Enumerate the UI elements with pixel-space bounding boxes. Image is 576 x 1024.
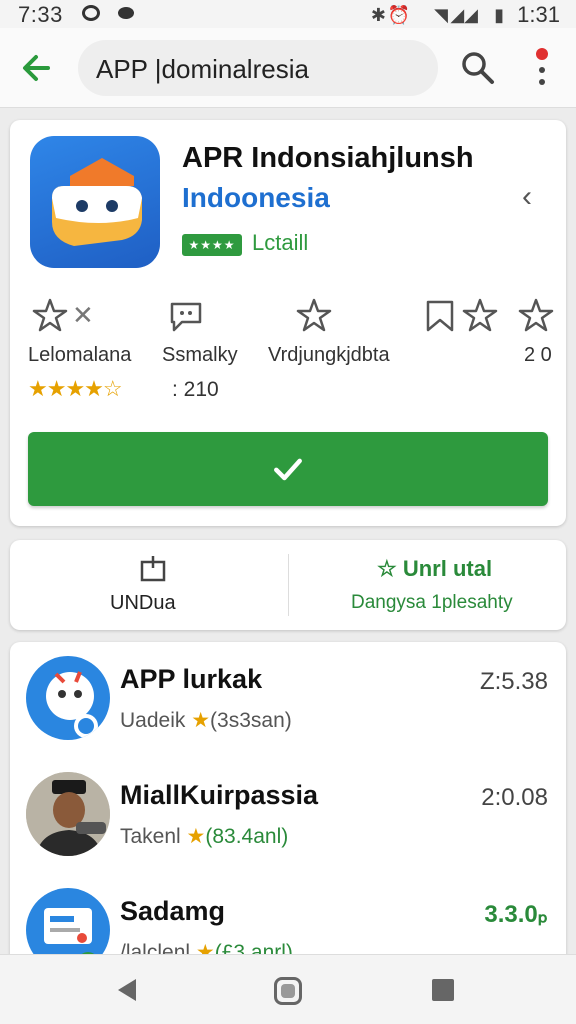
list-item[interactable]: Sadamg /lalclenl ★(£3.anrl) 3.3.0ₚ <box>10 874 566 962</box>
wishlist-sub: Dangysa 1plesahty <box>351 592 513 613</box>
meta-label: Vrdjungkjdbta <box>268 344 390 366</box>
related-apps-card: APP lurkak Uadeik ★(3s3san) Z:5.38 Miall… <box>10 642 566 962</box>
search-input[interactable]: APP |dominalresia <box>78 40 438 96</box>
app-developer[interactable]: Indoonesia <box>182 182 330 214</box>
more-options-icon[interactable] <box>530 46 554 92</box>
app-bar: APP |dominalresia <box>0 28 576 108</box>
star-outline-icon[interactable] <box>294 296 334 336</box>
wishlist-title: ☆ Unrl utal <box>377 556 492 582</box>
system-nav-bar <box>0 954 576 1024</box>
app-detail-card: APR Indonsiahjlunsh Indoonesia ‹ ★★★★ Lc… <box>10 120 566 526</box>
list-item-price: 3.3.0ₚ <box>484 901 548 928</box>
rating-count: : 210 <box>172 378 219 401</box>
list-item-sub: Uadeik ★(3s3san) <box>120 709 292 732</box>
search-icon[interactable] <box>458 48 498 88</box>
list-item-sub: Takenl ★(83.4anl) <box>120 825 289 848</box>
download-action[interactable]: UNDua <box>10 540 288 630</box>
notification-icon <box>82 5 100 21</box>
app-title: APR Indonsiahjlunsh <box>182 142 474 174</box>
app-avatar <box>26 772 110 856</box>
actions-card: UNDua ☆ Unrl utal Dangysa 1plesahty <box>10 540 566 630</box>
bookmark-icon[interactable] <box>420 296 460 336</box>
nav-home-icon[interactable] <box>274 977 302 1005</box>
battery-icon: ▮ <box>494 5 504 25</box>
list-item-title: MiallKuirpassia <box>120 780 319 810</box>
app-avatar <box>26 656 110 740</box>
install-button[interactable] <box>28 432 548 506</box>
signal-icon: ◢◢ <box>450 5 478 25</box>
star-outline-icon[interactable] <box>30 296 70 336</box>
badge-label: Lctaill <box>252 230 309 255</box>
back-arrow-icon[interactable] <box>18 50 54 86</box>
status-time-left: 7:33 <box>18 2 63 27</box>
download-label: UNDua <box>110 592 176 614</box>
search-query: APP |dominalresia <box>96 54 309 84</box>
list-item-price: Z:5.38 <box>479 668 548 695</box>
meta-label: 2 0 <box>524 344 552 366</box>
wishlist-title-text: Unrl utal <box>402 556 493 581</box>
status-bar: 7:33 ✱ ⏰ ◥ ◢◢ ▮ 1:31 <box>0 0 576 28</box>
wishlist-action[interactable]: ☆ Unrl utal Dangysa 1plesahty <box>289 540 566 630</box>
nav-recents-icon[interactable] <box>432 979 454 1001</box>
star-outline-icon[interactable] <box>516 296 556 336</box>
nav-back-icon[interactable] <box>118 979 136 1001</box>
list-item[interactable]: MiallKuirpassia Takenl ★(83.4anl) 2:0.08 <box>10 758 566 874</box>
bluetooth-icon: ✱ <box>370 5 386 25</box>
app-icon[interactable] <box>30 136 160 268</box>
rating-badge: ★★★★ <box>182 234 242 256</box>
list-item[interactable]: APP lurkak Uadeik ★(3s3san) Z:5.38 <box>10 642 566 758</box>
chevron-left-icon[interactable]: ‹ <box>522 180 532 214</box>
status-time-right: 1:31 <box>517 2 560 27</box>
share-star-icon[interactable] <box>460 296 500 336</box>
list-item-title: Sadamg <box>120 896 226 926</box>
chat-bubble-icon[interactable] <box>166 296 206 336</box>
message-icon <box>118 7 134 19</box>
app-avatar <box>26 888 110 962</box>
rating-stars: ★★★★☆ <box>28 376 123 401</box>
download-icon <box>140 556 166 582</box>
star-icon: ☆ <box>377 556 397 581</box>
checkmark-icon <box>274 458 302 481</box>
alarm-icon: ⏰ <box>387 5 410 25</box>
wifi-icon: ◥ <box>434 5 448 25</box>
meta-label: Lelomalana <box>28 344 132 366</box>
list-item-title: APP lurkak <box>120 664 263 694</box>
meta-label: Ssmalky <box>162 344 238 366</box>
close-icon[interactable]: ✕ <box>72 300 112 340</box>
list-item-price: 2:0.08 <box>481 784 548 811</box>
